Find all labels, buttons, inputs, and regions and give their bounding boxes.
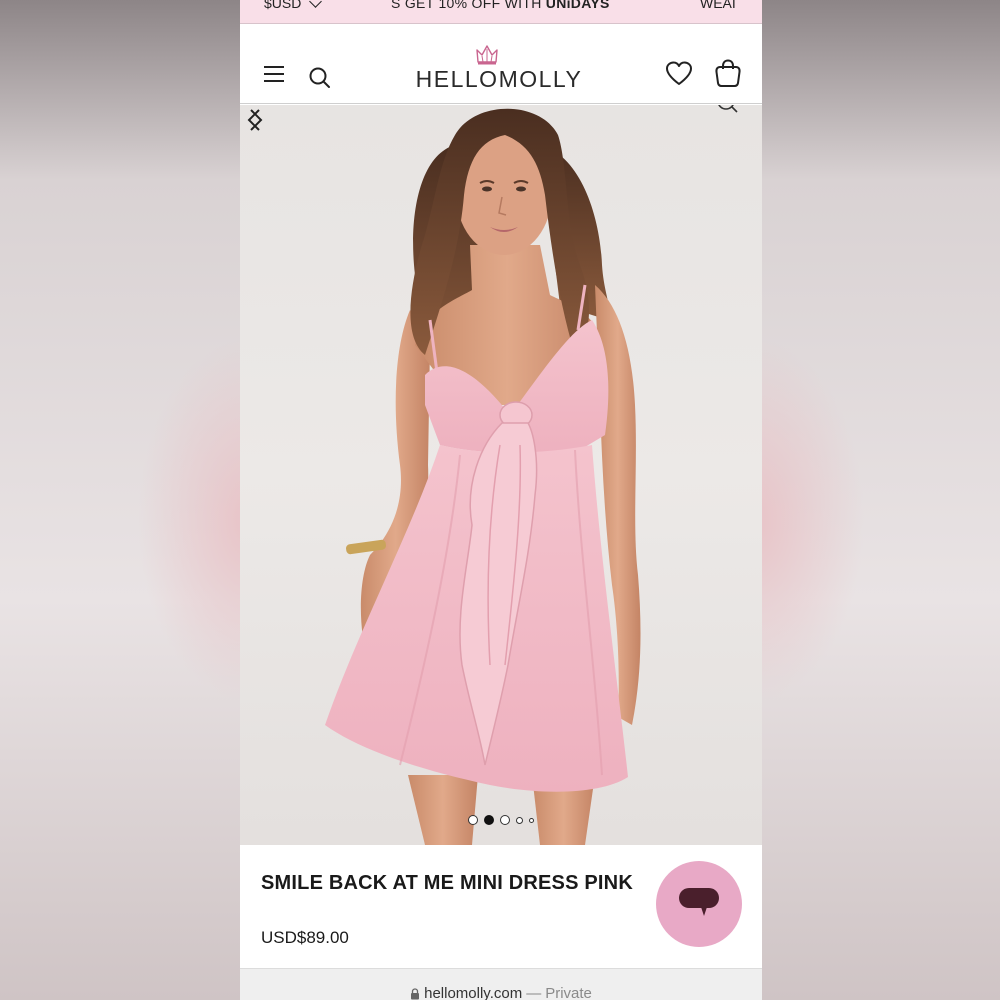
menu-icon[interactable] (264, 66, 284, 84)
site-header: HELLOMOLLY (240, 24, 762, 104)
chevron-down-icon (309, 0, 323, 8)
product-price: USD$89.00 (261, 928, 349, 947)
pagination-dot[interactable] (468, 815, 478, 825)
lock-icon (411, 987, 420, 999)
chat-button[interactable] (656, 861, 742, 947)
mobile-screen: $USD S GET 10% OFF WITH UNiDAYS WEAI HEL… (240, 0, 762, 1000)
pagination-dot[interactable] (529, 817, 534, 823)
url-display: hellomolly.com — Private (240, 985, 762, 1000)
promo-message-text: S GET 10% OFF WITH (391, 0, 546, 11)
pagination-dot[interactable] (516, 816, 523, 824)
url-text: hellomolly.com (424, 985, 523, 1000)
promo-bar: $USD S GET 10% OFF WITH UNiDAYS WEAI (240, 0, 762, 24)
url-separator: — (526, 985, 542, 1000)
crown-icon (476, 45, 498, 65)
promo-brand: UNiDAYS (545, 0, 610, 11)
background-blur-left (0, 0, 240, 1000)
gallery-pagination (468, 815, 534, 825)
search-icon[interactable] (308, 66, 332, 90)
private-mode-label: Private (545, 985, 592, 1000)
product-photo (325, 105, 738, 845)
browser-url-bar[interactable]: hellomolly.com — Private (240, 968, 762, 1000)
pagination-dot[interactable] (500, 815, 510, 825)
bag-icon[interactable] (714, 58, 742, 88)
heart-icon[interactable] (665, 60, 693, 88)
promo-message[interactable]: S GET 10% OFF WITH UNiDAYS (391, 0, 610, 11)
chat-bubble-icon (679, 888, 719, 916)
chevron-right-icon[interactable] (240, 105, 270, 135)
background-blur-right (762, 0, 1000, 1000)
promo-right-text: WEAI (700, 0, 736, 11)
logo-text: HELLOMOLLY (415, 66, 583, 92)
pagination-dot-active[interactable] (484, 815, 494, 825)
currency-selector[interactable]: $USD (264, 0, 323, 11)
currency-label: $USD (264, 0, 302, 11)
product-image-gallery[interactable] (240, 105, 762, 845)
product-title: SMILE BACK AT ME MINI DRESS PINK (261, 872, 633, 894)
product-info: SMILE BACK AT ME MINI DRESS PINK USD$89.… (240, 846, 762, 968)
site-logo[interactable]: HELLOMOLLY (414, 44, 584, 94)
